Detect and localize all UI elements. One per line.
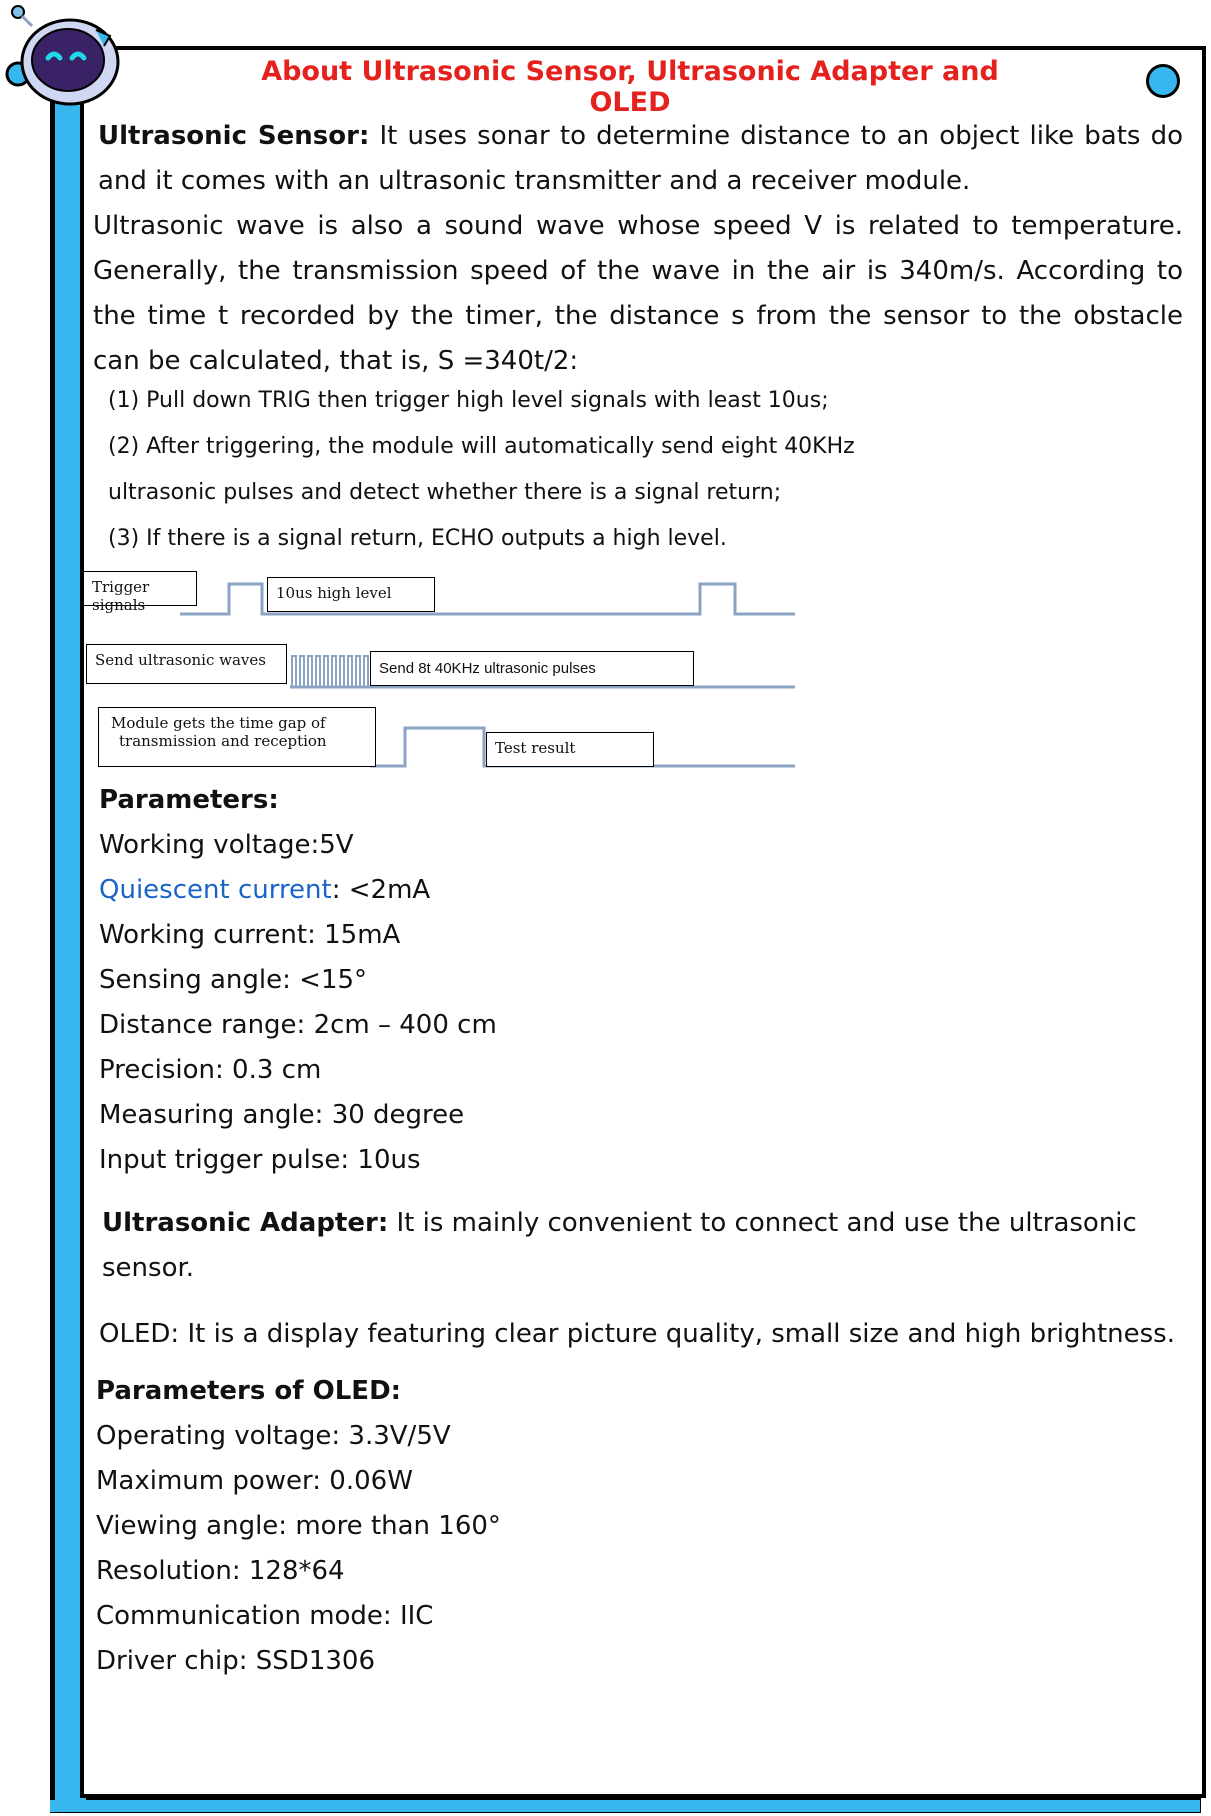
sensor-intro: Ultrasonic Sensor: It uses sonar to dete… — [98, 114, 1183, 204]
quiescent-current: Quiescent current: <2mA — [99, 868, 430, 913]
page-title: About Ultrasonic Sensor, Ultrasonic Adap… — [261, 56, 999, 118]
adapter-text: It is mainly convenient to connect and u… — [396, 1208, 1137, 1238]
test-result-label: Test result — [486, 732, 654, 767]
module-gap-line-2: transmission and reception — [119, 732, 327, 750]
module-gap-line-1: Module gets the time gap of — [111, 714, 326, 732]
high-level-label: 10us high level — [267, 577, 435, 612]
oled-param-item: Operating voltage: 3.3V/5V — [96, 1421, 451, 1451]
module-gap-label: Module gets the time gap of transmission… — [98, 707, 376, 767]
pulses-label: Send 8t 40KHz ultrasonic pulses — [370, 651, 694, 686]
quiescent-current-value: : <2mA — [331, 875, 431, 905]
dot-icon — [1146, 64, 1180, 98]
quiescent-current-link[interactable]: Quiescent current — [99, 875, 332, 905]
adapter-text-continued: sensor. — [102, 1253, 195, 1283]
oled-param-item: Resolution: 128*64 — [96, 1556, 345, 1586]
oled-description: OLED: It is a display featuring clear pi… — [99, 1312, 1189, 1357]
trigger-signals-label: Trigger signals — [83, 571, 197, 614]
oled-text: It is a display featuring clear picture … — [187, 1319, 1175, 1349]
sensor-body: Ultrasonic wave is also a sound wave who… — [93, 211, 1183, 376]
sensor-heading: Ultrasonic Sensor: — [98, 121, 370, 151]
param-item: Input trigger pulse: 10us — [99, 1145, 421, 1175]
send-waves-label: Send ultrasonic waves — [86, 644, 287, 684]
oled-params-heading: Parameters of OLED: — [96, 1376, 402, 1406]
step-3: (3) If there is a signal return, ECHO ou… — [108, 526, 727, 551]
param-item: Precision: 0.3 cm — [99, 1055, 322, 1085]
adapter-description: Ultrasonic Adapter: It is mainly conveni… — [102, 1201, 1182, 1246]
oled-param-item: Maximum power: 0.06W — [96, 1466, 413, 1496]
working-voltage: Working voltage:5V — [99, 830, 354, 860]
param-item: Sensing angle: <15° — [99, 965, 368, 995]
oled-param-item: Driver chip: SSD1306 — [96, 1646, 375, 1676]
param-item: Measuring angle: 30 degree — [99, 1100, 465, 1130]
oled-param-item: Communication mode: IIC — [96, 1601, 434, 1631]
oled-heading: OLED: — [99, 1319, 180, 1349]
step-2-continued: ultrasonic pulses and detect whether the… — [108, 480, 782, 505]
frame-accent-bottom — [50, 1800, 1200, 1812]
oled-param-item: Viewing angle: more than 160° — [96, 1511, 501, 1541]
param-item: Distance range: 2cm – 400 cm — [99, 1010, 497, 1040]
param-item: Working current: 15mA — [99, 920, 401, 950]
step-1: (1) Pull down TRIG then trigger high lev… — [108, 388, 829, 413]
adapter-heading: Ultrasonic Adapter: — [102, 1208, 389, 1238]
step-2: (2) After triggering, the module will au… — [108, 434, 855, 459]
parameters-heading: Parameters: — [99, 785, 279, 815]
robot-mascot-icon — [5, 5, 120, 106]
